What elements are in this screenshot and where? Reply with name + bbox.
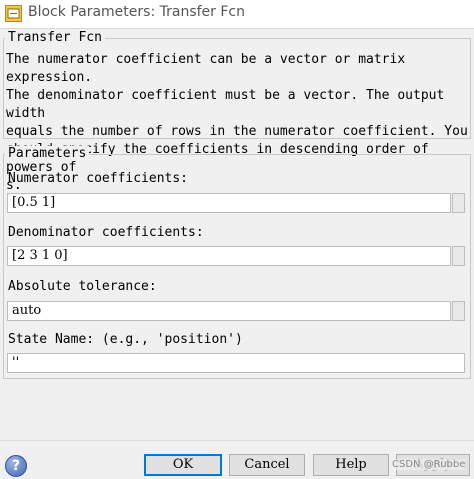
parameters-group-label: Parameters: [5, 146, 90, 161]
state-name-field[interactable]: '': [7, 353, 465, 373]
numerator-label: Numerator coefficients:: [8, 171, 189, 186]
help-button[interactable]: Help: [313, 454, 389, 476]
absolute-tolerance-label: Absolute tolerance:: [8, 279, 157, 294]
simulink-block-icon: [5, 5, 22, 22]
description-group-label: Transfer Fcn: [5, 30, 105, 45]
denominator-field[interactable]: [2 3 1 0]: [7, 246, 451, 266]
title-bar: Block Parameters: Transfer Fcn: [0, 0, 474, 29]
ok-button[interactable]: OK: [144, 454, 222, 476]
help-icon[interactable]: ?: [5, 455, 27, 477]
cancel-button[interactable]: Cancel: [229, 454, 305, 476]
denominator-label: Denominator coefficients:: [8, 225, 204, 240]
state-name-label: State Name: (e.g., 'position'): [8, 332, 243, 347]
watermark: CSDN @Rubbe: [392, 459, 466, 470]
absolute-tolerance-edit-button[interactable]: [452, 301, 465, 321]
absolute-tolerance-field[interactable]: auto: [7, 301, 451, 321]
numerator-edit-button[interactable]: [452, 193, 465, 213]
denominator-edit-button[interactable]: [452, 246, 465, 266]
footer-separator: [0, 440, 474, 441]
window-title: Block Parameters: Transfer Fcn: [28, 4, 245, 20]
numerator-field[interactable]: [0.5 1]: [7, 193, 451, 213]
